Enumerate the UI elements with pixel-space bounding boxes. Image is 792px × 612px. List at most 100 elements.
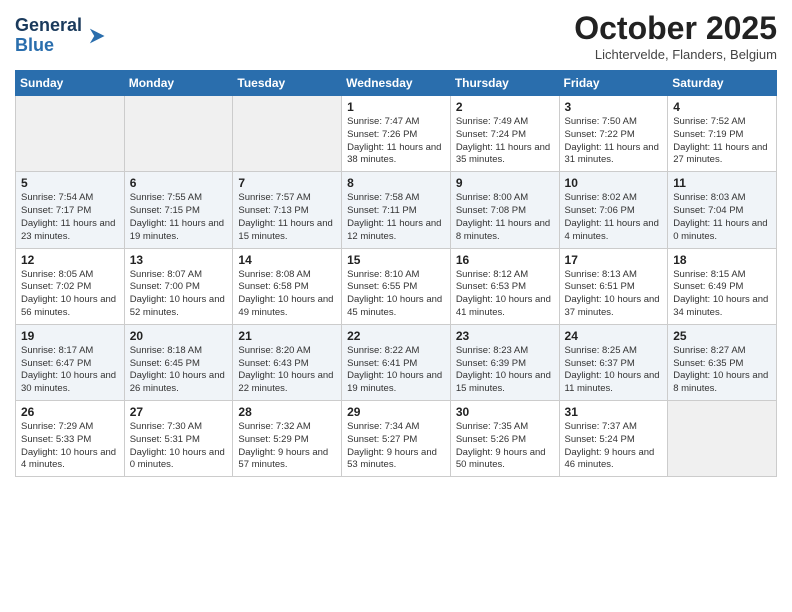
table-row: 6Sunrise: 7:55 AM Sunset: 7:15 PM Daylig…	[124, 172, 233, 248]
day-info: Sunrise: 8:05 AM Sunset: 7:02 PM Dayligh…	[21, 269, 119, 320]
day-number: 26	[21, 405, 119, 419]
col-wednesday: Wednesday	[342, 71, 451, 96]
calendar: Sunday Monday Tuesday Wednesday Thursday…	[15, 70, 777, 477]
table-row: 3 Sunrise: 7:50 AM Sunset: 7:22 PM Daylig…	[559, 96, 668, 172]
table-row: 26Sunrise: 7:29 AM Sunset: 5:33 PM Dayli…	[16, 401, 125, 477]
day-info: Sunrise: 8:07 AM Sunset: 7:00 PM Dayligh…	[130, 269, 228, 320]
table-row: 24 Sunrise: 8:25 AM Sunset: 6:37 PM Dayli…	[559, 324, 668, 400]
day-number: 29	[347, 405, 445, 419]
day-info: Sunrise: 8:15 AM Sunset: 6:49 PM Dayligh…	[673, 269, 771, 320]
day-info: Sunrise: 8:23 AM Sunset: 6:39 PM Dayligh…	[456, 345, 554, 396]
month-title: October 2025	[574, 10, 777, 47]
logo: General Blue	[15, 16, 106, 56]
day-number: 13	[130, 253, 228, 267]
table-row: 25 Sunrise: 8:27 AM Sunset: 6:35 PM Dayli…	[668, 324, 777, 400]
table-row: 8 Sunrise: 7:58 AM Sunset: 7:11 PM Daylig…	[342, 172, 451, 248]
col-saturday: Saturday	[668, 71, 777, 96]
col-friday: Friday	[559, 71, 668, 96]
day-info: Sunrise: 7:32 AM Sunset: 5:29 PM Dayligh…	[238, 421, 336, 472]
day-info: Sunrise: 7:52 AM Sunset: 7:19 PM Dayligh…	[673, 116, 771, 167]
table-row: 9 Sunrise: 8:00 AM Sunset: 7:08 PM Daylig…	[450, 172, 559, 248]
day-info: Sunrise: 7:58 AM Sunset: 7:11 PM Dayligh…	[347, 192, 445, 243]
day-info: Sunrise: 8:13 AM Sunset: 6:51 PM Dayligh…	[565, 269, 663, 320]
day-number: 23	[456, 329, 554, 343]
table-row: 13 Sunrise: 8:07 AM Sunset: 7:00 PM Dayli…	[124, 248, 233, 324]
table-row: 30 Sunrise: 7:35 AM Sunset: 5:26 PM Dayli…	[450, 401, 559, 477]
day-info: Sunrise: 7:55 AM Sunset: 7:15 PM Dayligh…	[130, 192, 228, 243]
table-row: 16 Sunrise: 8:12 AM Sunset: 6:53 PM Dayli…	[450, 248, 559, 324]
table-row: 19Sunrise: 8:17 AM Sunset: 6:47 PM Dayli…	[16, 324, 125, 400]
week-row-3: 12 Sunrise: 8:05 AM Sunset: 7:02 PM Dayli…	[16, 248, 777, 324]
day-number: 8	[347, 176, 445, 190]
day-number: 5	[21, 176, 119, 190]
table-row	[124, 96, 233, 172]
day-number: 22	[347, 329, 445, 343]
day-info: Sunrise: 8:18 AM Sunset: 6:45 PM Dayligh…	[130, 345, 228, 396]
day-number: 3	[565, 100, 663, 114]
day-info: Sunrise: 8:08 AM Sunset: 6:58 PM Dayligh…	[238, 269, 336, 320]
table-row: 12 Sunrise: 8:05 AM Sunset: 7:02 PM Dayli…	[16, 248, 125, 324]
col-tuesday: Tuesday	[233, 71, 342, 96]
day-number: 25	[673, 329, 771, 343]
table-row: 22 Sunrise: 8:22 AM Sunset: 6:41 PM Dayli…	[342, 324, 451, 400]
day-info: Sunrise: 8:25 AM Sunset: 6:37 PM Dayligh…	[565, 345, 663, 396]
week-row-5: 26Sunrise: 7:29 AM Sunset: 5:33 PM Dayli…	[16, 401, 777, 477]
table-row: 21 Sunrise: 8:20 AM Sunset: 6:43 PM Dayli…	[233, 324, 342, 400]
calendar-header-row: Sunday Monday Tuesday Wednesday Thursday…	[16, 71, 777, 96]
table-row: 28 Sunrise: 7:32 AM Sunset: 5:29 PM Dayli…	[233, 401, 342, 477]
col-sunday: Sunday	[16, 71, 125, 96]
week-row-1: 1 Sunrise: 7:47 AM Sunset: 7:26 PM Daylig…	[16, 96, 777, 172]
table-row: 14 Sunrise: 8:08 AM Sunset: 6:58 PM Dayli…	[233, 248, 342, 324]
table-row: 11Sunrise: 8:03 AM Sunset: 7:04 PM Dayli…	[668, 172, 777, 248]
table-row	[16, 96, 125, 172]
day-number: 20	[130, 329, 228, 343]
day-number: 16	[456, 253, 554, 267]
col-thursday: Thursday	[450, 71, 559, 96]
table-row: 4 Sunrise: 7:52 AM Sunset: 7:19 PM Daylig…	[668, 96, 777, 172]
page: General Blue October 2025 Lichtervelde, …	[0, 0, 792, 492]
day-number: 31	[565, 405, 663, 419]
day-number: 4	[673, 100, 771, 114]
day-number: 28	[238, 405, 336, 419]
table-row: 31Sunrise: 7:37 AM Sunset: 5:24 PM Dayli…	[559, 401, 668, 477]
week-row-2: 5Sunrise: 7:54 AM Sunset: 7:17 PM Daylig…	[16, 172, 777, 248]
day-number: 27	[130, 405, 228, 419]
col-monday: Monday	[124, 71, 233, 96]
day-info: Sunrise: 7:34 AM Sunset: 5:27 PM Dayligh…	[347, 421, 445, 472]
day-number: 21	[238, 329, 336, 343]
day-info: Sunrise: 8:12 AM Sunset: 6:53 PM Dayligh…	[456, 269, 554, 320]
table-row: 17 Sunrise: 8:13 AM Sunset: 6:51 PM Dayli…	[559, 248, 668, 324]
location: Lichtervelde, Flanders, Belgium	[574, 47, 777, 62]
table-row: 7 Sunrise: 7:57 AM Sunset: 7:13 PM Daylig…	[233, 172, 342, 248]
day-number: 1	[347, 100, 445, 114]
day-number: 14	[238, 253, 336, 267]
logo-line2: Blue	[15, 36, 82, 56]
day-info: Sunrise: 8:10 AM Sunset: 6:55 PM Dayligh…	[347, 269, 445, 320]
table-row: 18Sunrise: 8:15 AM Sunset: 6:49 PM Dayli…	[668, 248, 777, 324]
table-row: 2 Sunrise: 7:49 AM Sunset: 7:24 PM Daylig…	[450, 96, 559, 172]
logo-line1: General	[15, 16, 82, 36]
header: General Blue October 2025 Lichtervelde, …	[15, 10, 777, 62]
day-info: Sunrise: 8:03 AM Sunset: 7:04 PM Dayligh…	[673, 192, 771, 243]
day-info: Sunrise: 8:27 AM Sunset: 6:35 PM Dayligh…	[673, 345, 771, 396]
day-number: 12	[21, 253, 119, 267]
table-row: 20 Sunrise: 8:18 AM Sunset: 6:45 PM Dayli…	[124, 324, 233, 400]
day-info: Sunrise: 7:35 AM Sunset: 5:26 PM Dayligh…	[456, 421, 554, 472]
day-info: Sunrise: 7:49 AM Sunset: 7:24 PM Dayligh…	[456, 116, 554, 167]
day-info: Sunrise: 8:17 AM Sunset: 6:47 PM Dayligh…	[21, 345, 119, 396]
day-info: Sunrise: 7:50 AM Sunset: 7:22 PM Dayligh…	[565, 116, 663, 167]
day-info: Sunrise: 7:57 AM Sunset: 7:13 PM Dayligh…	[238, 192, 336, 243]
day-number: 2	[456, 100, 554, 114]
day-number: 24	[565, 329, 663, 343]
table-row: 1 Sunrise: 7:47 AM Sunset: 7:26 PM Daylig…	[342, 96, 451, 172]
day-number: 7	[238, 176, 336, 190]
day-number: 9	[456, 176, 554, 190]
day-info: Sunrise: 8:00 AM Sunset: 7:08 PM Dayligh…	[456, 192, 554, 243]
day-info: Sunrise: 8:22 AM Sunset: 6:41 PM Dayligh…	[347, 345, 445, 396]
day-number: 17	[565, 253, 663, 267]
day-info: Sunrise: 8:20 AM Sunset: 6:43 PM Dayligh…	[238, 345, 336, 396]
day-info: Sunrise: 7:47 AM Sunset: 7:26 PM Dayligh…	[347, 116, 445, 167]
table-row: 27Sunrise: 7:30 AM Sunset: 5:31 PM Dayli…	[124, 401, 233, 477]
day-number: 30	[456, 405, 554, 419]
day-number: 10	[565, 176, 663, 190]
